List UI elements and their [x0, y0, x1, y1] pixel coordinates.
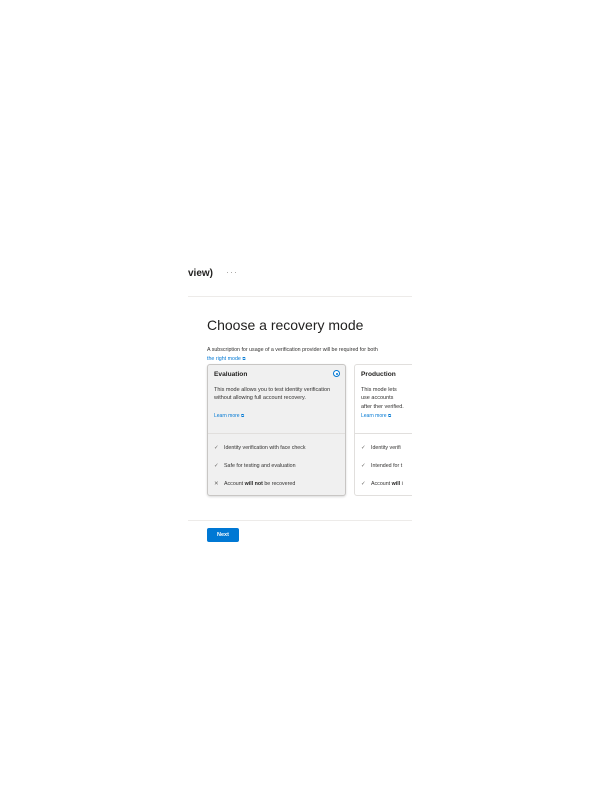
- feature-emphasis: will not: [244, 481, 263, 487]
- external-link-icon: ⧉: [242, 356, 246, 361]
- card-divider: [355, 433, 412, 434]
- evaluation-radio-button[interactable]: [333, 370, 340, 377]
- feature-item: ✓ Identity verifi: [361, 445, 401, 451]
- feature-item: ✓ Safe for testing and evaluation: [214, 463, 296, 469]
- learn-more-label: Learn more: [361, 413, 387, 419]
- feature-text: Identity verifi: [371, 445, 401, 451]
- feature-text: Safe for testing and evaluation: [224, 463, 296, 469]
- card-divider: [208, 433, 345, 434]
- learn-more-link[interactable]: Learn more ⧉: [214, 413, 244, 419]
- feature-text: Account: [371, 481, 392, 487]
- radio-selected-dot: [335, 372, 338, 375]
- recovery-mode-panel: view) ··· Choose a recovery mode A subsc…: [188, 258, 412, 558]
- right-mode-link-label: the right mode: [207, 356, 241, 362]
- check-icon: ✓: [361, 463, 366, 469]
- check-icon: ✓: [214, 463, 219, 469]
- panel-header-title: view): [188, 268, 214, 279]
- header-divider: [188, 296, 412, 297]
- production-mode-card[interactable]: Production This mode lets use accounts a…: [354, 364, 412, 496]
- check-icon: ✓: [361, 445, 366, 451]
- feature-item: ✕ Account will not be recovered: [214, 481, 295, 487]
- check-icon: ✓: [361, 481, 366, 487]
- learn-more-label: Learn more: [214, 413, 240, 419]
- cross-icon: ✕: [214, 481, 219, 487]
- page-description: A subscription for usage of a verificati…: [207, 347, 378, 353]
- feature-item: ✓ Identity verification with face check: [214, 445, 306, 451]
- feature-text: Identity verification with face check: [224, 445, 306, 451]
- feature-text: i: [400, 481, 403, 487]
- next-button[interactable]: Next: [207, 528, 239, 542]
- page-title: Choose a recovery mode: [207, 317, 364, 333]
- card-title: Production: [361, 371, 396, 378]
- footer-divider: [188, 520, 412, 521]
- feature-text: be recovered: [262, 481, 296, 487]
- evaluation-mode-card[interactable]: Evaluation This mode allows you to test …: [207, 364, 346, 496]
- learn-more-link[interactable]: Learn more ⧉: [361, 413, 391, 419]
- feature-item: ✓ Intended for t: [361, 463, 402, 469]
- external-link-icon: ⧉: [387, 413, 392, 418]
- feature-item: ✓ Account will i: [361, 481, 403, 487]
- external-link-icon: ⧉: [240, 413, 245, 418]
- card-title: Evaluation: [214, 371, 248, 378]
- feature-emphasis: will: [391, 481, 401, 487]
- more-options-icon[interactable]: ···: [226, 267, 238, 277]
- card-description: This mode allows you to test identity ve…: [214, 387, 331, 402]
- feature-text: Account: [224, 481, 245, 487]
- right-mode-link[interactable]: the right mode ⧉: [207, 356, 246, 362]
- feature-text: Intended for t: [371, 463, 403, 469]
- card-description: This mode lets use accounts after ther v…: [361, 387, 404, 410]
- check-icon: ✓: [214, 445, 219, 451]
